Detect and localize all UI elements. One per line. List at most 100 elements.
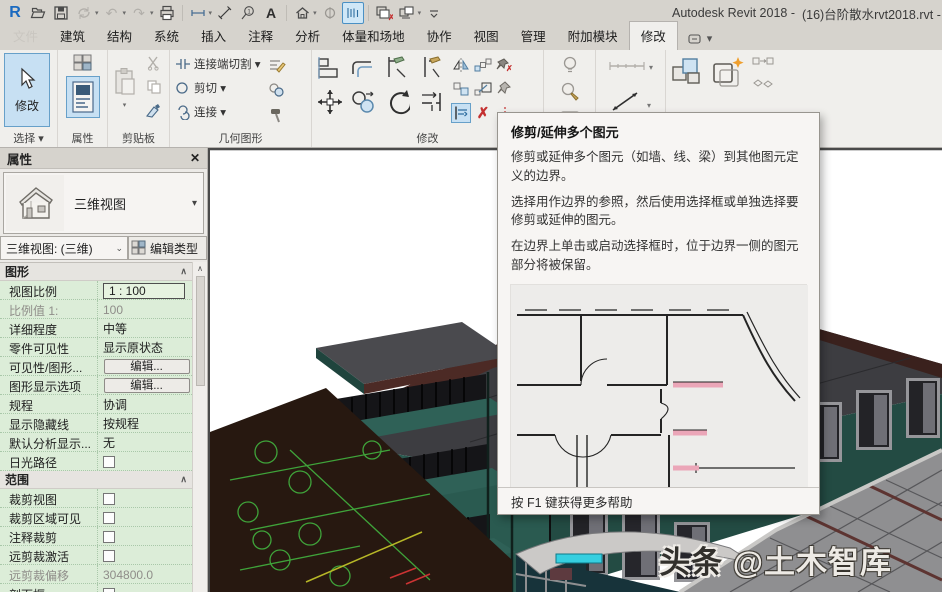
geometry-item-1[interactable]: 剪切 ▾ <box>174 77 260 99</box>
switch-windows-dropdown[interactable]: ▾ <box>418 9 422 17</box>
sync-icon[interactable] <box>73 2 95 24</box>
property-value[interactable] <box>97 527 192 545</box>
property-value[interactable]: 编辑... <box>97 357 192 375</box>
checkbox[interactable] <box>103 512 115 524</box>
trim-extend-single-icon[interactable] <box>418 53 444 83</box>
property-value[interactable]: 中等 <box>97 319 192 337</box>
paste-button[interactable]: ▾ <box>112 53 139 123</box>
undo-dropdown[interactable]: ▾ <box>123 9 127 17</box>
collapse-chevron[interactable]: ∧ <box>180 266 187 277</box>
redo-dropdown[interactable]: ▾ <box>150 9 154 17</box>
type-selector[interactable]: 三维视图 ▾ <box>3 172 204 234</box>
paint-icon[interactable] <box>266 80 288 100</box>
unpin-icon[interactable]: ✗ <box>495 55 515 75</box>
checkbox[interactable] <box>103 588 115 592</box>
checkbox[interactable] <box>103 493 115 505</box>
panel-label-properties[interactable]: 属性 <box>58 130 107 146</box>
modify-states-control[interactable]: ▾ <box>688 32 713 50</box>
property-value[interactable]: 1 : 100 <box>97 281 192 299</box>
print-icon[interactable] <box>156 2 178 24</box>
properties-palette-header[interactable]: 属性 ✕ <box>0 148 207 169</box>
align-icon[interactable] <box>316 53 342 83</box>
create-similar-icon[interactable] <box>710 55 746 95</box>
property-value[interactable]: 按规程 <box>97 414 192 432</box>
edit-type-button[interactable]: 编辑类型 <box>128 236 207 260</box>
modify-tool-button[interactable]: 修改 <box>4 53 50 127</box>
tab-附加模块[interactable]: 附加模块 <box>557 22 629 50</box>
split-face-icon[interactable] <box>266 55 288 75</box>
type-properties-icon[interactable] <box>72 53 94 73</box>
property-value[interactable]: 编辑... <box>97 376 192 394</box>
pin-icon[interactable] <box>495 79 515 99</box>
customize-qat-icon[interactable] <box>423 2 445 24</box>
cut-icon[interactable] <box>143 53 165 73</box>
trim-extend-corner-icon[interactable] <box>384 53 410 83</box>
type-selector-caret[interactable]: ▾ <box>192 198 203 209</box>
tab-结构[interactable]: 结构 <box>96 22 143 50</box>
properties-scrollbar[interactable]: ∧ <box>192 262 207 592</box>
panel-label-select[interactable]: 选择 ▾ <box>0 130 57 146</box>
tab-修改[interactable]: 修改 <box>629 21 678 50</box>
close-hidden-windows-icon[interactable]: ✗ <box>373 2 395 24</box>
panel-label-geometry[interactable]: 几何图形 <box>170 130 311 146</box>
demolish-hammer-icon[interactable] <box>266 105 288 125</box>
open-icon[interactable] <box>27 2 49 24</box>
property-value[interactable] <box>97 452 192 470</box>
properties-palette-icon[interactable] <box>66 76 100 118</box>
rotate-icon[interactable] <box>384 87 410 117</box>
property-value[interactable]: 无 <box>97 433 192 451</box>
undo-icon[interactable]: ↶ <box>101 2 123 24</box>
tab-文件[interactable]: 文件 <box>2 22 49 50</box>
offset-copy-icon[interactable] <box>451 79 471 99</box>
detail-group-icon[interactable] <box>752 77 774 95</box>
panel-label-clipboard[interactable]: 剪贴板 <box>108 130 169 146</box>
measure-icon[interactable] <box>187 2 209 24</box>
default-3d-view-icon[interactable] <box>291 2 313 24</box>
move-icon[interactable] <box>316 87 342 117</box>
switch-windows-icon[interactable] <box>396 2 418 24</box>
view-dropdown[interactable]: ▾ <box>313 9 317 17</box>
tab-体量和场地[interactable]: 体量和场地 <box>331 22 416 50</box>
tab-分析[interactable]: 分析 <box>284 22 331 50</box>
thin-lines-icon[interactable] <box>342 2 364 24</box>
tab-插入[interactable]: 插入 <box>190 22 237 50</box>
copy-to-clipboard-icon[interactable] <box>143 77 165 97</box>
measure-dropdown[interactable]: ▾ <box>209 9 213 17</box>
property-value[interactable] <box>97 508 192 526</box>
trim-extend-multiple-icon[interactable] <box>451 103 471 123</box>
checkbox[interactable] <box>103 456 115 468</box>
legend-component-icon[interactable] <box>752 55 774 73</box>
text-icon[interactable]: A <box>260 2 282 24</box>
array-icon[interactable] <box>473 55 493 75</box>
redo-icon[interactable]: ↷ <box>128 2 150 24</box>
match-type-icon[interactable] <box>143 101 165 121</box>
property-value[interactable]: 协调 <box>97 395 192 413</box>
hide-lightbulb-icon[interactable] <box>559 55 581 75</box>
section-header-图形[interactable]: 图形∧ <box>0 263 192 281</box>
checkbox[interactable] <box>103 550 115 562</box>
property-value[interactable]: 100 <box>97 300 192 318</box>
collapse-chevron[interactable]: ∧ <box>180 474 187 485</box>
property-value[interactable] <box>97 546 192 564</box>
tab-管理[interactable]: 管理 <box>510 22 557 50</box>
offset-icon[interactable] <box>350 53 376 83</box>
edit-button[interactable]: 编辑... <box>104 378 190 393</box>
close-icon[interactable]: ✕ <box>190 151 200 165</box>
section-icon[interactable] <box>319 2 341 24</box>
copy-icon[interactable] <box>350 87 376 117</box>
tab-视图[interactable]: 视图 <box>463 22 510 50</box>
save-icon[interactable] <box>50 2 72 24</box>
property-value[interactable]: 304800.0 <box>97 565 192 583</box>
tab-建筑[interactable]: 建筑 <box>49 22 96 50</box>
sync-dropdown[interactable]: ▾ <box>95 9 99 17</box>
checkbox[interactable] <box>103 531 115 543</box>
property-value[interactable] <box>97 584 192 592</box>
view-instance-combo[interactable]: 三维视图: (三维) ⌄ <box>0 236 128 260</box>
measure-ruler-icon[interactable]: ▾ <box>607 57 655 80</box>
trim-to-corner-icon[interactable] <box>418 87 444 117</box>
create-group-icon[interactable] <box>670 55 704 95</box>
tag-icon[interactable]: 1 <box>237 2 259 24</box>
scroll-up-arrow[interactable]: ∧ <box>197 262 203 273</box>
reveal-lightbulb-icon[interactable] <box>559 81 581 101</box>
property-value[interactable] <box>97 489 192 507</box>
